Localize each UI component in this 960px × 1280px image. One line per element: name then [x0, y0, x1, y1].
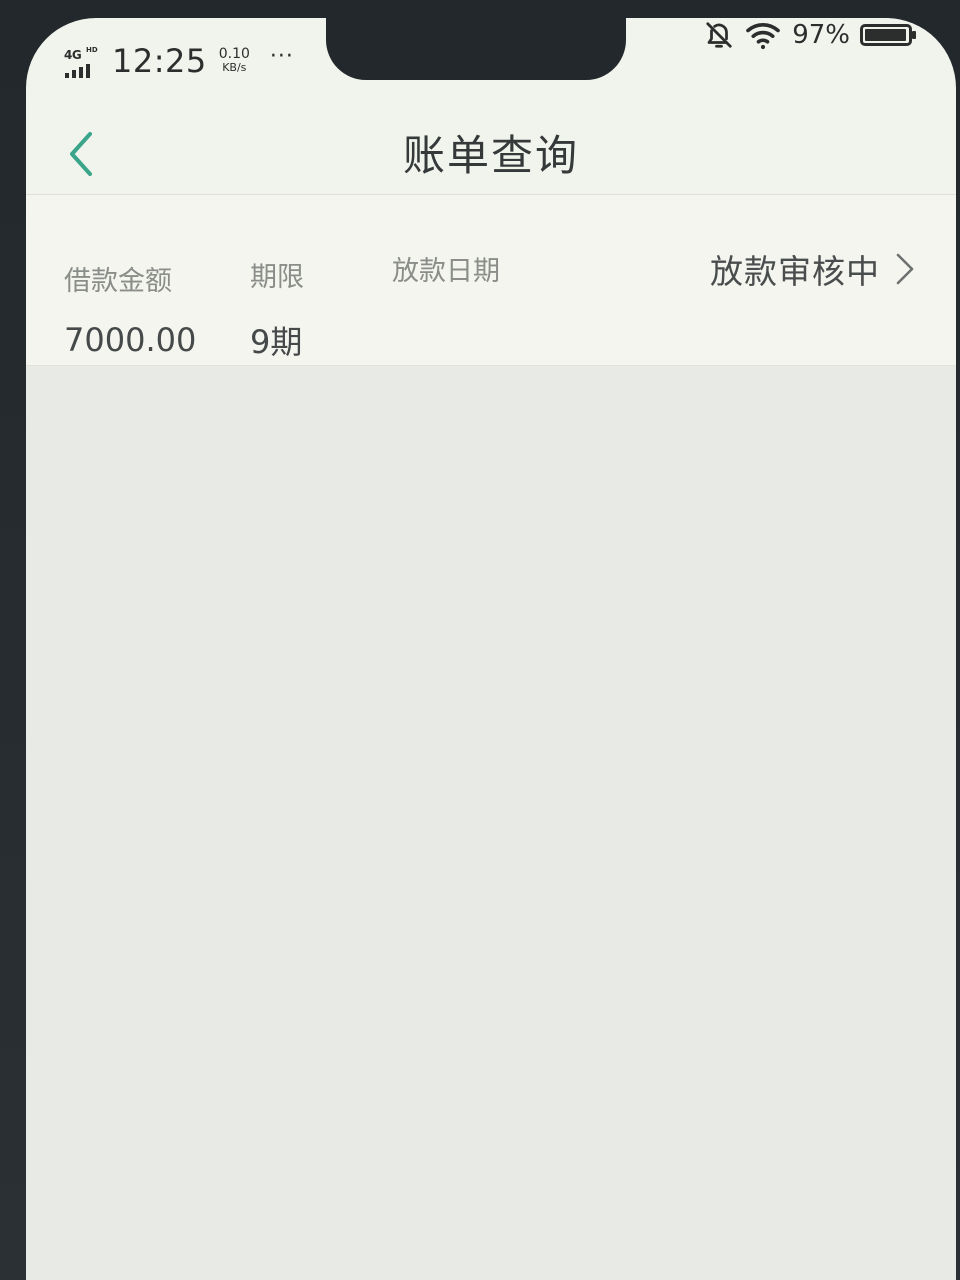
network-type: 4G — [64, 48, 82, 62]
cellular-signal-icon: 4G HD — [62, 42, 102, 80]
bell-off-icon — [706, 22, 732, 48]
loan-amount-value: 7000.00 — [64, 321, 197, 359]
network-badge: HD — [86, 46, 98, 54]
loan-status-link[interactable]: 放款审核中 — [710, 245, 916, 293]
loan-term-value: 9期 — [250, 323, 303, 361]
navigation-bar: 账单查询 — [26, 98, 956, 195]
battery-percent: 97% — [792, 20, 850, 50]
loan-amount-label: 借款金额 — [64, 266, 172, 297]
status-bar: 4G HD 12:25 0.10 KB/s ··· 97% — [26, 18, 956, 98]
content-area — [26, 366, 956, 1280]
network-speed-unit: KB/s — [222, 61, 247, 74]
wifi-icon — [746, 23, 781, 50]
signal-bars — [65, 64, 90, 78]
network-speed: 0.10 KB/s — [218, 46, 250, 74]
network-speed-value: 0.10 — [218, 46, 250, 62]
status-bar-right: 97% — [704, 18, 916, 52]
loan-term-label: 期限 — [250, 262, 304, 293]
status-bar-left: 4G HD 12:25 0.10 KB/s ··· — [62, 42, 294, 80]
page-title: 账单查询 — [402, 131, 579, 180]
status-time: 12:25 — [112, 42, 207, 80]
disbursement-date-label: 放款日期 — [392, 256, 500, 287]
loan-status-text: 放款审核中 — [710, 252, 880, 291]
app-screen: 4G HD 12:25 0.10 KB/s ··· 97% 账单查询 借款金额 … — [26, 18, 956, 1280]
battery-fill — [865, 29, 906, 41]
battery-cap — [912, 31, 916, 39]
loan-record-card[interactable]: 借款金额 7000.00 期限 9期 放款日期 放款审核中 — [26, 195, 956, 366]
battery-icon — [860, 24, 916, 46]
more-notifications-icon: ··· — [269, 43, 294, 69]
chevron-right-icon — [896, 253, 914, 285]
